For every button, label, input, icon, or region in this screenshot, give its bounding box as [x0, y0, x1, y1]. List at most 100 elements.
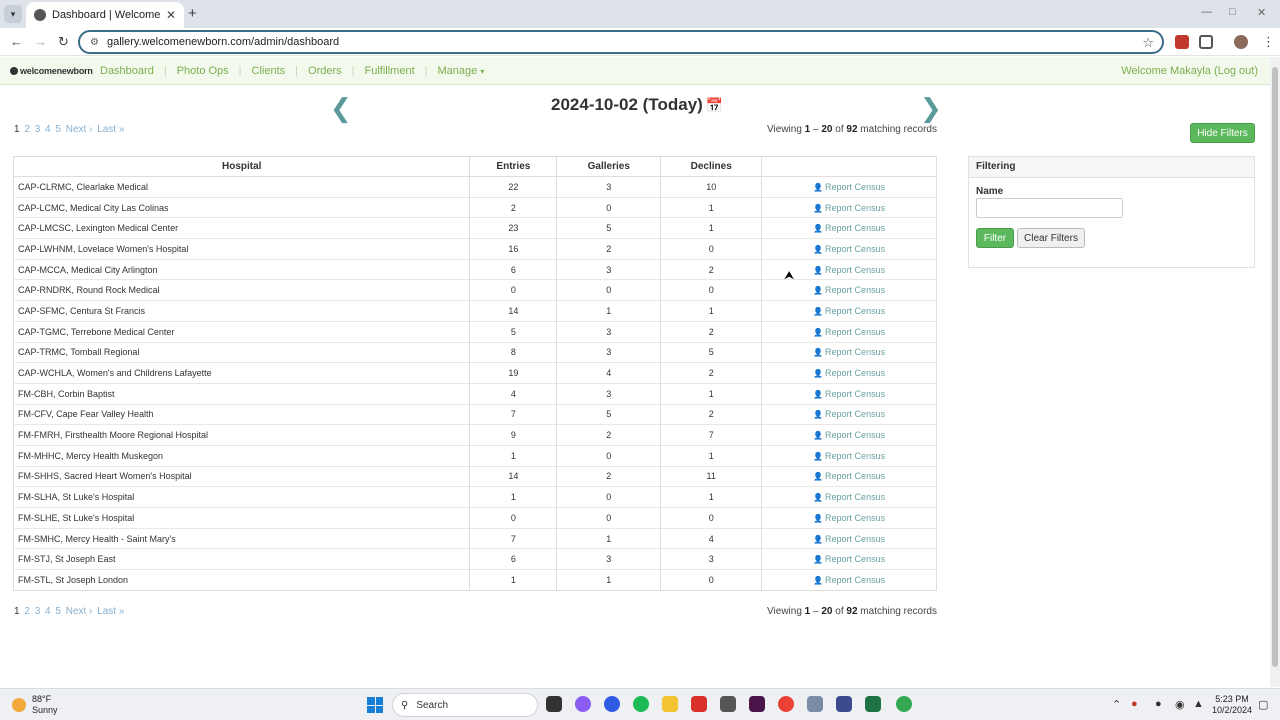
- report-census-link[interactable]: 👤 Report Census: [813, 575, 885, 585]
- microphone-icon[interactable]: ●: [1155, 698, 1162, 710]
- table-row: FM-SHHS, Sacred Heart Women's Hospital 14…: [13, 465, 937, 487]
- report-census-link[interactable]: 👤 Report Census: [813, 203, 885, 213]
- report-census-link[interactable]: 👤 Report Census: [813, 554, 885, 564]
- record-count-bottom: Viewing 1 – 20 of 92 matching records: [767, 606, 937, 617]
- nav-fulfillment[interactable]: Fulfillment: [365, 65, 415, 77]
- slack-icon[interactable]: [749, 696, 765, 712]
- filter-button[interactable]: Filter: [976, 228, 1014, 248]
- bookmark-star-icon[interactable]: ☆: [1142, 35, 1154, 51]
- close-window-icon[interactable]: ✕: [1257, 6, 1266, 19]
- report-census-link[interactable]: 👤 Report Census: [813, 368, 885, 378]
- tab-close-icon[interactable]: ✕: [166, 8, 176, 22]
- zoom-icon[interactable]: [604, 696, 620, 712]
- nav-orders[interactable]: Orders: [308, 65, 342, 77]
- next-page-link[interactable]: Next ›: [66, 606, 93, 617]
- site-info-icon[interactable]: ⚙: [90, 37, 99, 48]
- page-link[interactable]: 3: [35, 124, 41, 135]
- copilot-icon[interactable]: [575, 696, 591, 712]
- tab-list-chevron-icon[interactable]: ▾: [4, 5, 22, 23]
- nav-manage[interactable]: Manage ▾: [437, 65, 484, 77]
- report-census-link[interactable]: 👤 Report Census: [813, 471, 885, 481]
- tray-app-icon[interactable]: ●: [1131, 698, 1138, 710]
- chrome-icon[interactable]: [778, 696, 794, 712]
- page-link[interactable]: 3: [35, 606, 41, 617]
- prev-day-chevron-icon[interactable]: ❮: [330, 93, 352, 124]
- last-page-link[interactable]: Last »: [97, 124, 124, 135]
- report-census-link[interactable]: 👤 Report Census: [813, 244, 885, 254]
- page-link[interactable]: 2: [24, 124, 30, 135]
- forward-arrow-icon[interactable]: →: [34, 34, 47, 49]
- excel-icon[interactable]: [865, 696, 881, 712]
- back-arrow-icon[interactable]: ←: [10, 34, 23, 49]
- report-census-link[interactable]: 👤 Report Census: [813, 409, 885, 419]
- nav-clients[interactable]: Clients: [252, 65, 286, 77]
- hide-filters-button[interactable]: Hide Filters: [1190, 123, 1255, 143]
- next-page-link[interactable]: Next ›: [66, 124, 93, 135]
- page-scrollbar[interactable]: [1270, 57, 1280, 687]
- page-link[interactable]: 2: [24, 606, 30, 617]
- reload-icon[interactable]: ↻: [58, 34, 69, 50]
- settings-gear-icon[interactable]: [807, 696, 823, 712]
- report-census-link[interactable]: 👤 Report Census: [813, 451, 885, 461]
- report-census-link[interactable]: 👤 Report Census: [813, 513, 885, 523]
- site-logo[interactable]: welcomenewborn: [10, 66, 93, 76]
- report-census-link[interactable]: 👤 Report Census: [813, 389, 885, 399]
- address-bar[interactable]: ⚙ gallery.welcomenewborn.com/admin/dashb…: [78, 30, 1164, 54]
- report-census-link[interactable]: 👤 Report Census: [813, 306, 885, 316]
- minimize-icon[interactable]: —: [1201, 6, 1212, 18]
- file-explorer-icon[interactable]: [662, 696, 678, 712]
- report-census-link[interactable]: 👤 Report Census: [813, 265, 885, 275]
- acrobat-icon[interactable]: [691, 696, 707, 712]
- browser-menu-icon[interactable]: ⋮: [1262, 34, 1275, 50]
- col-hospital[interactable]: Hospital: [13, 156, 471, 177]
- spotify-icon[interactable]: [633, 696, 649, 712]
- report-census-link[interactable]: 👤 Report Census: [813, 285, 885, 295]
- task-view-icon[interactable]: [546, 696, 562, 712]
- report-census-link[interactable]: 👤 Report Census: [813, 327, 885, 337]
- hospital-name: FM-SLHA, St Luke's Hospital: [13, 486, 471, 508]
- browser-tab[interactable]: Dashboard | WelcomeNewborn ✕: [26, 2, 184, 28]
- report-census-link[interactable]: 👤 Report Census: [813, 182, 885, 192]
- nav-dashboard[interactable]: Dashboard: [100, 65, 154, 77]
- col-entries[interactable]: Entries: [469, 156, 558, 177]
- pen-app-icon[interactable]: [720, 696, 736, 712]
- wifi-icon[interactable]: ◉: [1175, 698, 1185, 711]
- maximize-icon[interactable]: □: [1229, 6, 1236, 18]
- nav-photo-ops[interactable]: Photo Ops: [177, 65, 229, 77]
- clear-filters-button[interactable]: Clear Filters: [1017, 228, 1085, 248]
- page-link[interactable]: 4: [45, 606, 51, 617]
- notifications-icon[interactable]: ▢: [1258, 698, 1268, 711]
- welcome-logout-link[interactable]: Welcome Makayla (Log out): [1121, 65, 1258, 77]
- person-icon: 👤: [813, 306, 824, 316]
- report-census-link[interactable]: 👤 Report Census: [813, 492, 885, 502]
- report-census-link[interactable]: 👤 Report Census: [813, 347, 885, 357]
- report-census-cell: 👤 Report Census: [761, 569, 937, 591]
- hospital-name: CAP-RNDRK, Round Rock Medical: [13, 279, 471, 301]
- profile-avatar-icon[interactable]: [1234, 35, 1248, 49]
- photos-app-icon[interactable]: [836, 696, 852, 712]
- entries-count: 8: [469, 341, 558, 363]
- report-census-link[interactable]: 👤 Report Census: [813, 534, 885, 544]
- name-filter-input[interactable]: [976, 198, 1123, 218]
- col-galleries[interactable]: Galleries: [556, 156, 662, 177]
- report-census-link[interactable]: 👤 Report Census: [813, 223, 885, 233]
- page-link[interactable]: 5: [55, 606, 61, 617]
- col-declines[interactable]: Declines: [660, 156, 763, 177]
- page-link[interactable]: 5: [55, 124, 61, 135]
- extensions-puzzle-icon[interactable]: [1199, 35, 1213, 49]
- report-census-link[interactable]: 👤 Report Census: [813, 430, 885, 440]
- weather-widget[interactable]: 88°F Sunny: [12, 694, 58, 716]
- volume-icon[interactable]: ▲: [1193, 698, 1204, 710]
- last-page-link[interactable]: Last »: [97, 606, 124, 617]
- windows-start-icon[interactable]: [367, 697, 383, 713]
- taskbar-clock[interactable]: 5:23 PM 10/2/2024: [1212, 694, 1252, 716]
- calendar-icon[interactable]: 📅: [706, 97, 723, 113]
- scrollbar-thumb[interactable]: [1272, 67, 1278, 667]
- new-tab-plus-icon[interactable]: +: [188, 5, 197, 22]
- next-day-chevron-icon[interactable]: ❯: [920, 93, 942, 124]
- taskbar-search[interactable]: ⚲ Search: [392, 693, 538, 717]
- page-link[interactable]: 4: [45, 124, 51, 135]
- chrome-profile-icon[interactable]: [896, 696, 912, 712]
- tray-chevron-up-icon[interactable]: ⌃: [1112, 698, 1121, 711]
- pdf-extension-icon[interactable]: [1175, 35, 1189, 49]
